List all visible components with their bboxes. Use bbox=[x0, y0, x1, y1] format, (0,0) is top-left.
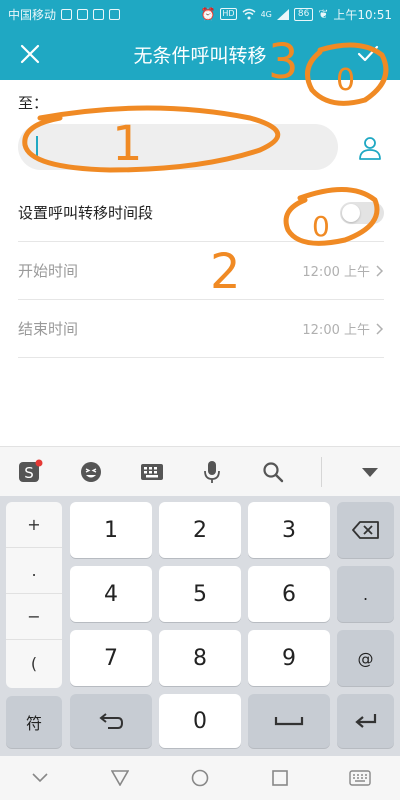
recents-icon[interactable] bbox=[268, 766, 292, 790]
start-time-value-wrap: 12:00 上午 bbox=[302, 261, 384, 280]
search-icon[interactable] bbox=[260, 459, 286, 485]
clock: 上午10:51 bbox=[333, 7, 392, 22]
navigation-bar bbox=[0, 756, 400, 800]
key-3[interactable]: 3 bbox=[248, 502, 330, 558]
chevron-right-icon bbox=[376, 322, 384, 335]
phone-number-input[interactable] bbox=[18, 124, 338, 170]
backspace-icon bbox=[351, 521, 379, 539]
signal-icon bbox=[276, 8, 289, 20]
start-time-row[interactable]: 开始时间 12:00 上午 bbox=[18, 242, 384, 300]
numeric-keypad: + . − ( 符 1 2 3 4 5 6 . 7 8 9 @ 0 bbox=[0, 496, 400, 756]
end-time-row[interactable]: 结束时间 12:00 上午 bbox=[18, 300, 384, 358]
check-icon[interactable] bbox=[354, 40, 382, 68]
minus-key[interactable]: − bbox=[6, 594, 62, 640]
back-icon[interactable] bbox=[108, 766, 132, 790]
symbol-key[interactable]: 符 bbox=[6, 696, 62, 748]
toolbar-divider bbox=[320, 456, 322, 487]
space-icon bbox=[274, 717, 304, 726]
chevron-right-icon bbox=[376, 264, 384, 277]
hd-badge: HD bbox=[220, 8, 237, 20]
status-left: 中国移动 bbox=[8, 6, 121, 23]
keyboard-toolbar: S bbox=[0, 446, 400, 496]
plus-key[interactable]: + bbox=[6, 502, 62, 548]
dot-key[interactable]: . bbox=[337, 566, 394, 622]
page-title: 无条件呼叫转移 bbox=[133, 44, 267, 67]
network-type: 4G bbox=[260, 9, 272, 19]
sogou-logo-icon[interactable]: S bbox=[17, 459, 43, 485]
toggle-knob bbox=[342, 203, 360, 222]
return-key[interactable] bbox=[70, 694, 152, 748]
status-bar: 中国移动 ⏰ HD 4G 86 ❦ 上午10:51 bbox=[0, 0, 400, 28]
key-1[interactable]: 1 bbox=[70, 502, 152, 558]
backspace-key[interactable] bbox=[337, 502, 394, 558]
key-2[interactable]: 2 bbox=[159, 502, 241, 558]
key-0[interactable]: 0 bbox=[159, 694, 241, 748]
battery-level: 86 bbox=[293, 7, 314, 21]
start-time-label: 开始时间 bbox=[18, 262, 79, 280]
schedule-label: 设置呼叫转移时间段 bbox=[18, 204, 154, 222]
alarm-icon: ⏰ bbox=[200, 7, 216, 21]
title-bar: 无条件呼叫转移 bbox=[0, 28, 400, 80]
wifi-icon bbox=[242, 8, 256, 20]
contact-picker-icon[interactable] bbox=[356, 134, 384, 162]
enter-key[interactable] bbox=[337, 694, 394, 748]
app-icon bbox=[93, 8, 105, 20]
end-time-value-wrap: 12:00 上午 bbox=[302, 319, 384, 338]
dot-side-key[interactable]: . bbox=[6, 548, 62, 594]
key-6[interactable]: 6 bbox=[248, 566, 330, 622]
message-icon bbox=[77, 8, 89, 20]
at-key[interactable]: @ bbox=[337, 630, 394, 686]
collapse-icon[interactable] bbox=[357, 459, 383, 485]
symbol-column[interactable]: + . − ( bbox=[6, 502, 62, 688]
mic-icon[interactable] bbox=[199, 459, 225, 485]
key-9[interactable]: 9 bbox=[248, 630, 330, 686]
keyboard-switch-icon[interactable] bbox=[348, 766, 372, 790]
schedule-row[interactable]: 设置呼叫转移时间段 bbox=[18, 184, 384, 242]
key-5[interactable]: 5 bbox=[159, 566, 241, 622]
text-caret bbox=[36, 136, 38, 158]
home-icon[interactable] bbox=[188, 766, 212, 790]
key-4[interactable]: 4 bbox=[70, 566, 152, 622]
key-8[interactable]: 8 bbox=[159, 630, 241, 686]
schedule-toggle[interactable] bbox=[340, 201, 384, 224]
start-time-value: 12:00 上午 bbox=[302, 265, 370, 280]
carrier-name: 中国移动 bbox=[8, 7, 57, 22]
space-key[interactable] bbox=[248, 694, 330, 748]
hide-keyboard-icon[interactable] bbox=[28, 766, 52, 790]
key-7[interactable]: 7 bbox=[70, 630, 152, 686]
notification-icon bbox=[61, 8, 73, 20]
mail-icon bbox=[109, 8, 121, 20]
enter-icon bbox=[354, 714, 376, 728]
end-time-value: 12:00 上午 bbox=[302, 323, 370, 338]
status-right: ⏰ HD 4G 86 ❦ 上午10:51 bbox=[200, 6, 392, 23]
close-icon[interactable] bbox=[16, 40, 44, 68]
svg-text:S: S bbox=[25, 464, 35, 482]
keyboard-icon[interactable] bbox=[139, 459, 165, 485]
paren-key[interactable]: ( bbox=[6, 640, 62, 686]
end-time-label: 结束时间 bbox=[18, 320, 79, 338]
undo-arrow-icon bbox=[99, 713, 124, 729]
emoji-icon[interactable] bbox=[78, 459, 104, 485]
to-label: 至： bbox=[18, 94, 49, 112]
leaf-icon: ❦ bbox=[318, 7, 329, 21]
